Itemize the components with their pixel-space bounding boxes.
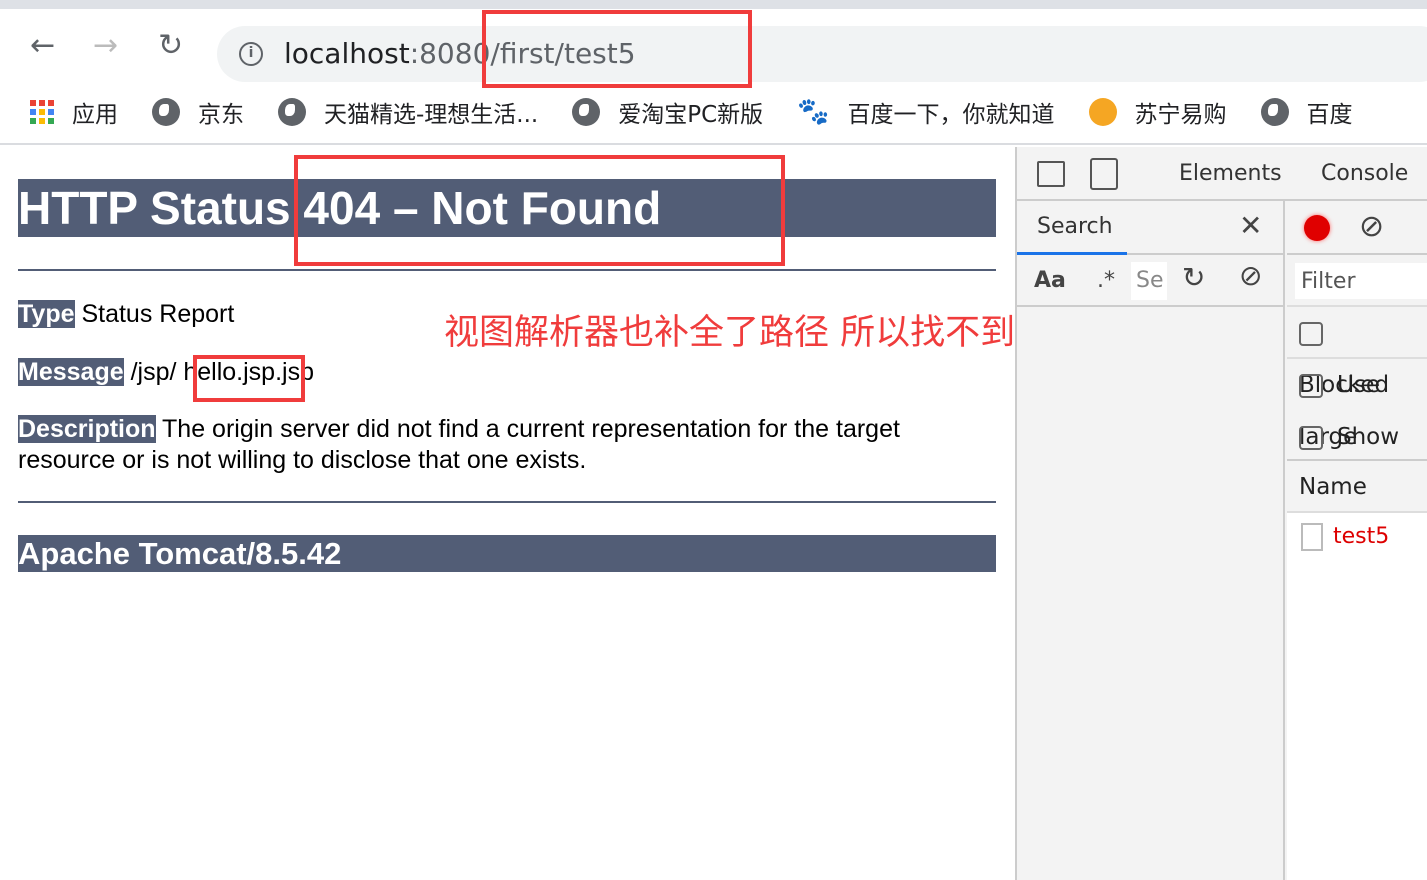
globe-icon: [152, 98, 180, 126]
back-icon[interactable]: ←: [30, 31, 55, 61]
request-row[interactable]: test5: [1287, 513, 1427, 561]
suning-lion-icon: [1088, 98, 1117, 126]
overview-checkbox[interactable]: Show ov: [1287, 411, 1427, 502]
bookmarks-bar: 应用 京东 天猫精选-理想生活... 爱淘宝PC新版 🐾 百度一下，你就知道 苏宁…: [0, 81, 1427, 145]
annotation-box-url: [482, 10, 752, 88]
divider: [18, 269, 996, 271]
reload-icon[interactable]: ↻: [158, 31, 183, 61]
annotation-box-path: [193, 355, 305, 402]
bookmark-tmall[interactable]: 天猫精选-理想生活...: [278, 95, 538, 129]
tab-elements[interactable]: Elements: [1179, 161, 1282, 186]
large-rows-checkbox[interactable]: Use large: [1287, 359, 1427, 450]
document-icon: [1301, 523, 1323, 551]
search-input[interactable]: Se: [1131, 262, 1167, 300]
description-label: Description: [18, 415, 156, 443]
filter-input[interactable]: Filter: [1295, 263, 1427, 299]
forward-icon[interactable]: →: [93, 31, 118, 61]
device-toolbar-icon[interactable]: [1090, 158, 1118, 190]
bookmark-label: 应用: [72, 102, 118, 128]
bookmark-label: 苏宁易购: [1134, 102, 1227, 128]
globe-icon: [278, 98, 306, 126]
network-panel: ⊘ Filter Blocked Use large Show ov Name …: [1287, 201, 1427, 880]
url-host: localhost: [284, 37, 410, 70]
bookmark-jd[interactable]: 京东: [152, 95, 244, 129]
tab-strip: [0, 0, 1427, 9]
bookmark-apps[interactable]: 应用: [30, 95, 118, 129]
blocked-checkbox[interactable]: Blocked: [1287, 307, 1427, 398]
type-value: Status Report: [74, 300, 235, 328]
annotation-text: 视图解析器也补全了路径 所以找不到: [444, 313, 1016, 353]
address-bar[interactable]: i localhost:8080/first/test5: [217, 26, 1427, 82]
tab-console[interactable]: Console: [1321, 161, 1408, 186]
bookmark-label: 百度: [1306, 102, 1353, 128]
bookmark-label: 京东: [198, 102, 244, 128]
match-case-button[interactable]: Aa: [1034, 268, 1066, 293]
globe-icon: [572, 98, 601, 126]
bookmark-label: 百度一下，你就知道: [847, 102, 1055, 128]
type-label: Type: [18, 300, 75, 328]
globe-icon: [1260, 98, 1289, 126]
bookmark-aitaobao[interactable]: 爱淘宝PC新版: [572, 95, 763, 129]
bookmark-suning[interactable]: 苏宁易购: [1088, 95, 1227, 129]
request-name: test5: [1333, 524, 1390, 549]
apps-icon: [30, 100, 54, 124]
close-icon[interactable]: ✕: [1239, 209, 1262, 242]
bookmark-baidu[interactable]: 百度: [1260, 95, 1353, 129]
bookmark-baidu-search[interactable]: 🐾 百度一下，你就知道: [797, 95, 1054, 129]
regex-button[interactable]: .*: [1097, 268, 1115, 293]
clear-icon[interactable]: ⊘: [1359, 209, 1384, 244]
clear-icon[interactable]: ⊘: [1239, 259, 1262, 292]
refresh-icon[interactable]: ↻: [1182, 261, 1205, 294]
search-drawer: Search ✕ Aa .* Se ↻ ⊘: [1017, 201, 1285, 880]
baidu-paw-icon: 🐾: [797, 97, 830, 127]
annotation-box-title: [294, 155, 785, 266]
divider: [18, 501, 996, 503]
info-icon[interactable]: i: [239, 42, 263, 66]
name-column-header[interactable]: Name: [1287, 461, 1427, 513]
devtools-panel: Elements Console Search ✕ Aa .* Se ↻ ⊘ ⊘…: [1015, 147, 1427, 880]
message-label: Message: [18, 358, 124, 386]
tab-search[interactable]: Search: [1037, 214, 1113, 239]
bookmark-label: 天猫精选-理想生活...: [324, 102, 539, 128]
record-icon[interactable]: [1304, 215, 1330, 241]
bookmark-label: 爱淘宝PC新版: [618, 102, 764, 128]
inspect-element-icon[interactable]: [1037, 161, 1065, 187]
server-info: Apache Tomcat/8.5.42: [18, 535, 996, 572]
